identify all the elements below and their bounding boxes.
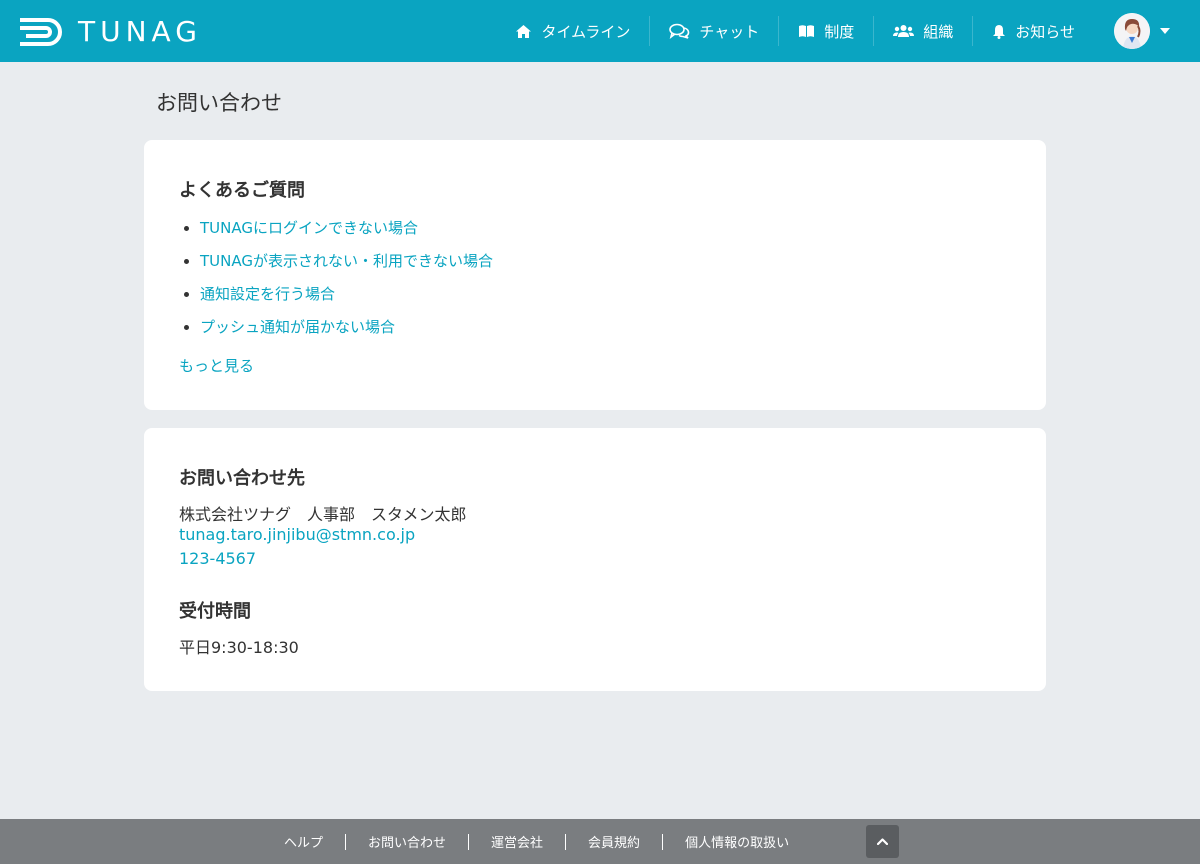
tunag-logo[interactable]: TUNAG [18,15,202,48]
faq-link[interactable]: プッシュ通知が届かない場合 [200,318,395,336]
footer-divider [565,833,567,850]
faq-list: TUNAGにログインできない場合 TUNAGが表示されない・利用できない場合 通… [200,218,493,350]
main-nav: タイムライン チャット 制度 組織 お知らせ [496,0,1094,62]
nav-label-system: 制度 [824,22,855,41]
scroll-top-button[interactable] [866,825,899,858]
footer-link-help[interactable]: ヘルプ [284,832,323,851]
page-title: お問い合わせ [156,91,282,115]
footer-link-company[interactable]: 運営会社 [491,832,543,851]
nav-label-chat: チャット [699,22,760,41]
hours-title: 受付時間 [179,601,251,622]
contact-title: お問い合わせ先 [179,468,305,489]
footer-link-privacy[interactable]: 個人情報の取扱い [685,832,789,851]
chevron-up-icon [877,838,888,845]
faq-link[interactable]: 通知設定を行う場合 [200,285,335,303]
contact-card: お問い合わせ先 株式会社ツナグ 人事部 スタメン太郎 tunag.taro.ji… [144,428,1046,691]
nav-item-timeline[interactable]: タイムライン [496,16,649,46]
footer-divider [468,833,470,850]
list-item: 通知設定を行う場合 [200,284,493,317]
footer-link-terms[interactable]: 会員規約 [588,832,640,851]
top-header: TUNAG タイムライン チャット 制度 組織 お知らせ [0,0,1200,62]
chat-icon [669,23,690,39]
footer-link-contact[interactable]: お問い合わせ [368,832,446,851]
nav-item-chat[interactable]: チャット [649,16,778,46]
contact-email-link[interactable]: tunag.taro.jinjibu@stmn.co.jp [179,525,415,544]
logo-mark-icon [20,17,62,46]
faq-title: よくあるご質問 [179,180,305,201]
nav-label-timeline: タイムライン [541,22,631,41]
contact-phone-link[interactable]: 123-4567 [179,549,256,568]
bell-icon [993,24,1006,39]
user-menu[interactable] [1114,13,1170,49]
faq-link[interactable]: TUNAGが表示されない・利用できない場合 [200,252,493,270]
home-icon [516,24,532,38]
users-icon [893,25,915,37]
faq-link[interactable]: TUNAGにログインできない場合 [200,219,418,237]
nav-item-notifications[interactable]: お知らせ [972,16,1094,46]
nav-item-system[interactable]: 制度 [778,16,873,46]
footer-links: ヘルプ お問い合わせ 運営会社 会員規約 個人情報の取扱い [284,819,789,864]
avatar[interactable] [1114,13,1150,49]
footer: ヘルプ お問い合わせ 運営会社 会員規約 個人情報の取扱い [0,819,1200,864]
list-item: プッシュ通知が届かない場合 [200,317,493,350]
nav-item-organization[interactable]: 組織 [873,16,972,46]
book-icon [799,25,815,37]
nav-label-notifications: お知らせ [1015,22,1075,41]
hours-value: 平日9:30-18:30 [179,638,299,657]
faq-card: よくあるご質問 TUNAGにログインできない場合 TUNAGが表示されない・利用… [144,140,1046,410]
footer-divider [662,833,664,850]
contact-name: 株式会社ツナグ 人事部 スタメン太郎 [179,505,467,524]
chevron-down-icon[interactable] [1160,28,1170,34]
nav-label-organization: 組織 [923,22,954,41]
footer-divider [345,833,347,850]
list-item: TUNAGが表示されない・利用できない場合 [200,251,493,284]
more-link[interactable]: もっと見る [179,355,254,376]
list-item: TUNAGにログインできない場合 [200,218,493,251]
logo-text: TUNAG [78,15,202,48]
